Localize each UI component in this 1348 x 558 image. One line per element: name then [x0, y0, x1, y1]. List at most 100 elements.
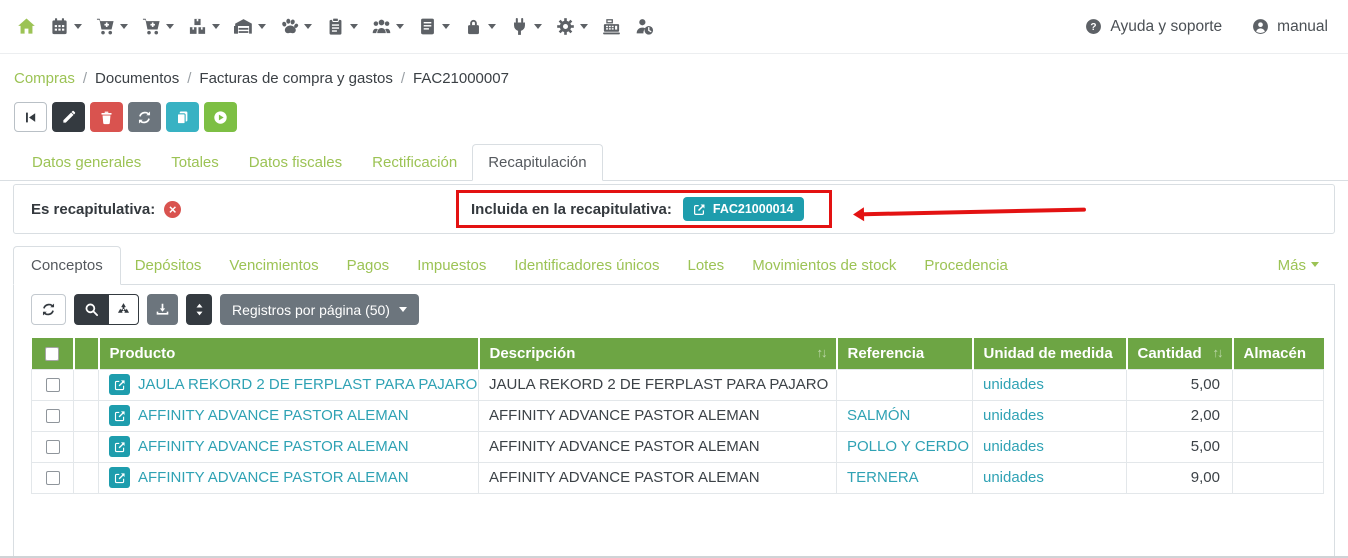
breadcrumb-separator: / [82, 70, 88, 87]
conceptos-table: Producto Descripción ↑↓ Referencia Unidad de… [31, 338, 1324, 494]
tab-impuestos[interactable]: Impuestos [403, 247, 500, 284]
row-checkbox-cell [31, 461, 74, 494]
sort-order-button[interactable] [186, 294, 212, 325]
open-product-button[interactable] [109, 374, 130, 395]
reference-link[interactable]: SALMÓN [847, 407, 910, 424]
tab-movimientos-de-stock[interactable]: Movimientos de stock [738, 247, 910, 284]
menu-gear[interactable] [549, 11, 595, 42]
unit-link[interactable]: unidades [983, 376, 1044, 393]
select-all-checkbox[interactable] [45, 346, 59, 361]
menu-calendar[interactable] [43, 11, 89, 42]
duplicate-button[interactable] [166, 102, 199, 132]
tab-depositos[interactable]: Depósitos [121, 247, 216, 284]
first-record-button[interactable] [14, 102, 47, 132]
tab-more-dropdown[interactable]: Más [1262, 247, 1335, 284]
records-per-page-dropdown[interactable]: Registros por página (50) [220, 294, 419, 325]
reference-link[interactable]: TERNERA [847, 469, 919, 486]
topbar-menu [10, 11, 661, 42]
menu-clipboard[interactable] [319, 11, 365, 42]
menu-home[interactable] [10, 11, 43, 42]
tab-vencimientos[interactable]: Vencimientos [215, 247, 332, 284]
tab-rectificacion[interactable]: Rectificación [357, 145, 472, 180]
chevron-down-icon [580, 24, 588, 33]
breadcrumb-item-compras[interactable]: Compras [14, 70, 75, 87]
svg-text:?: ? [1091, 22, 1097, 33]
play-icon [213, 110, 228, 125]
es-recapitulativa-label: Es recapitulativa: [31, 200, 156, 218]
row-spacer-cell [73, 461, 99, 494]
menu-warehouse[interactable] [227, 11, 273, 42]
pencil-icon [61, 110, 76, 125]
chevron-down-icon [534, 24, 542, 33]
breadcrumb-item-documentos: Documentos [95, 70, 180, 87]
recap-invoice-badge[interactable]: FAC21000014 [682, 197, 804, 221]
quantity-cell: 5,00 [1126, 368, 1233, 401]
row-checkbox[interactable] [45, 378, 60, 393]
tab-identificadores-unicos[interactable]: Identificadores únicos [500, 247, 673, 284]
table-row: AFFINITY ADVANCE PASTOR ALEMAN AFFINITY A… [31, 430, 1324, 463]
table-row: AFFINITY ADVANCE PASTOR ALEMAN AFFINITY A… [31, 399, 1324, 432]
menu-cash-register[interactable] [595, 11, 628, 42]
tab-pagos[interactable]: Pagos [333, 247, 404, 284]
journal-icon [418, 17, 437, 36]
open-product-button[interactable] [109, 405, 130, 426]
refresh-icon [137, 110, 152, 125]
tab-recapitulacion[interactable]: Recapitulación [472, 144, 603, 181]
process-button[interactable] [204, 102, 237, 132]
tab-conceptos[interactable]: Conceptos [13, 246, 121, 285]
home-icon [17, 17, 36, 36]
menu-boxes[interactable] [181, 11, 227, 42]
tab-datos-fiscales[interactable]: Datos fiscales [234, 145, 357, 180]
menu-journal[interactable] [411, 11, 457, 42]
unit-link[interactable]: unidades [983, 438, 1044, 455]
product-link[interactable]: AFFINITY ADVANCE PASTOR ALEMAN [138, 438, 409, 455]
help-link[interactable]: ? Ayuda y soporte [1085, 18, 1222, 36]
recycle-filter-button[interactable] [108, 294, 139, 325]
refresh-table-button[interactable] [31, 294, 66, 325]
description-cell: JAULA REKORD 2 DE FERPLAST PARA PAJARO [478, 368, 837, 401]
tab-datos-generales[interactable]: Datos generales [17, 145, 156, 180]
user-menu[interactable]: manual [1252, 18, 1328, 36]
tab-procedencia[interactable]: Procedencia [910, 247, 1021, 284]
chevron-down-icon [442, 24, 450, 33]
unit-link[interactable]: unidades [983, 407, 1044, 424]
menu-paw[interactable] [273, 11, 319, 42]
row-checkbox[interactable] [45, 440, 60, 455]
warehouse-cell [1232, 461, 1324, 494]
refresh-button[interactable] [128, 102, 161, 132]
open-product-button[interactable] [109, 467, 130, 488]
menu-plug[interactable] [503, 11, 549, 42]
menu-users[interactable] [365, 11, 411, 42]
search-button[interactable] [74, 294, 108, 325]
edit-button[interactable] [52, 102, 85, 132]
product-link[interactable]: AFFINITY ADVANCE PASTOR ALEMAN [138, 407, 409, 424]
chevron-down-icon [398, 306, 407, 316]
circle-x-icon: × [164, 200, 182, 218]
download-button[interactable] [147, 294, 178, 325]
search-icon [84, 302, 99, 317]
chevron-down-icon [166, 24, 174, 33]
menu-lock[interactable] [457, 11, 503, 42]
product-link[interactable]: AFFINITY ADVANCE PASTOR ALEMAN [138, 469, 409, 486]
product-link[interactable]: JAULA REKORD 2 DE FERPLAST PARA PAJARO [138, 376, 477, 393]
row-checkbox-cell [31, 430, 74, 463]
sort-icon[interactable]: ↑↓ [817, 345, 828, 360]
column-header-producto: Producto [98, 338, 480, 369]
delete-button[interactable] [90, 102, 123, 132]
open-product-button[interactable] [109, 436, 130, 457]
sort-icon[interactable]: ↑↓ [1213, 345, 1224, 360]
row-spacer-cell [73, 399, 99, 432]
unit-link[interactable]: unidades [983, 469, 1044, 486]
tab-lotes[interactable]: Lotes [673, 247, 738, 284]
menu-user-clock[interactable] [628, 11, 661, 42]
menu-cart[interactable] [89, 11, 135, 42]
breadcrumb: Compras / Documentos / Facturas de compra y … [14, 68, 1348, 89]
topbar: ? Ayuda y soporte manual [0, 0, 1348, 54]
reference-link[interactable]: POLLO Y CERDO [847, 438, 969, 455]
search-button-group [74, 294, 139, 325]
tab-totales[interactable]: Totales [156, 145, 234, 180]
row-checkbox[interactable] [45, 409, 60, 424]
menu-cart2[interactable] [135, 11, 181, 42]
skip-start-icon [23, 110, 38, 125]
row-checkbox[interactable] [45, 471, 60, 486]
